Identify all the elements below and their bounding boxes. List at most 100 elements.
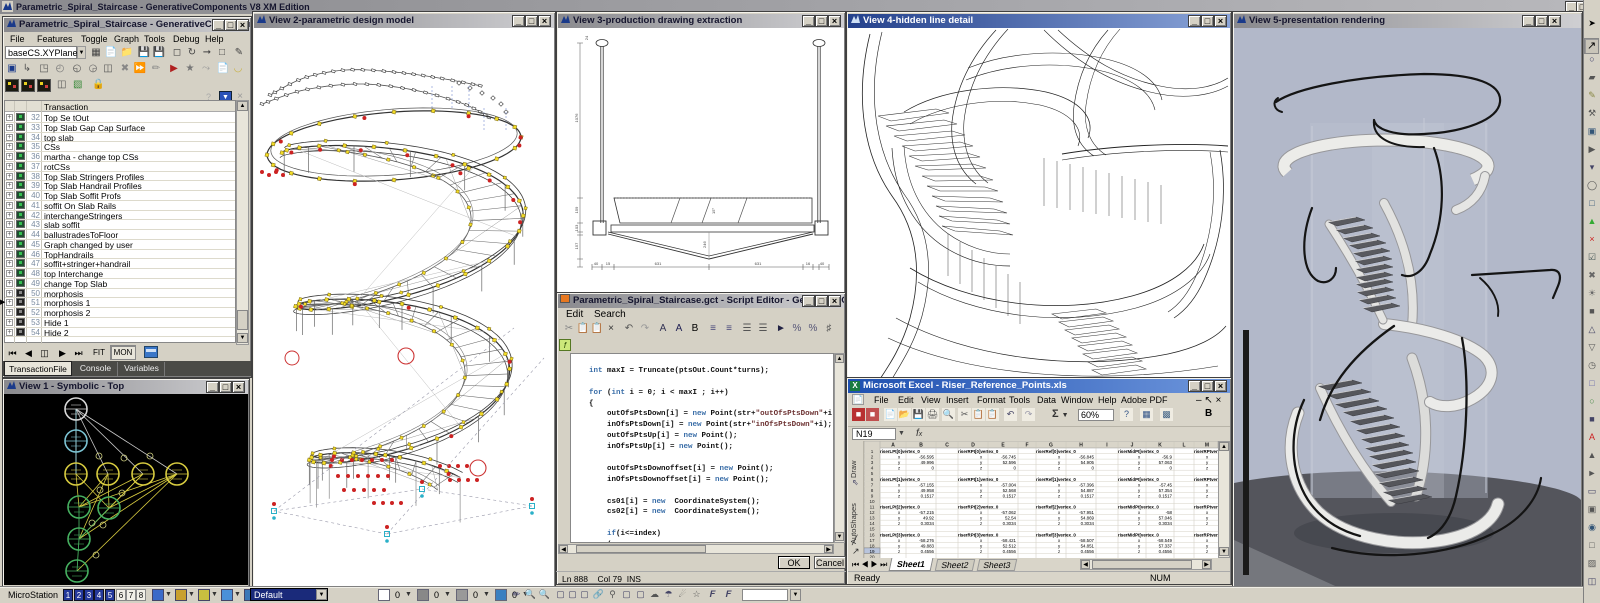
svg-text:7: 7 <box>871 482 874 487</box>
svg-text:riserRef[2]vertex_0: riserRef[2]vertex_0 <box>1036 505 1076 510</box>
svg-text:z: z <box>1138 521 1140 526</box>
svg-text:z: z <box>1206 493 1208 498</box>
svg-text:0.1517: 0.1517 <box>1159 493 1173 498</box>
svg-text:54.905: 54.905 <box>1081 460 1095 465</box>
svg-text:54.851: 54.851 <box>1081 543 1095 548</box>
svg-text:57.354: 57.354 <box>1159 488 1173 493</box>
svg-text:riserLPt[2]vertex_0: riserLPt[2]vertex_0 <box>880 505 920 510</box>
svg-text:B: B <box>919 443 923 449</box>
svg-text:2: 2 <box>871 455 874 460</box>
svg-text:riserLPt[3]vertex_0: riserLPt[3]vertex_0 <box>880 532 920 537</box>
svg-text:24: 24 <box>584 35 589 40</box>
svg-text:riserLPt[1]vertex_0: riserLPt[1]vertex_0 <box>880 477 920 482</box>
svg-text:16: 16 <box>869 532 875 537</box>
svg-text:z: z <box>1206 549 1208 554</box>
svg-text:z: z <box>980 466 982 471</box>
svg-text:52.568: 52.568 <box>1003 488 1017 493</box>
svg-text:J: J <box>1131 443 1134 449</box>
svg-text:11: 11 <box>870 505 875 510</box>
svg-text:52.512: 52.512 <box>1003 543 1017 548</box>
svg-text:-56.9: -56.9 <box>1162 455 1173 460</box>
svg-text:-58.549: -58.549 <box>1157 538 1172 543</box>
svg-text:54.887: 54.887 <box>1081 488 1095 493</box>
svg-text:18: 18 <box>869 543 875 548</box>
svg-text:49.996: 49.996 <box>921 460 935 465</box>
svg-text:15°: 15° <box>711 208 716 214</box>
svg-text:z: z <box>898 549 900 554</box>
svg-text:3: 3 <box>871 460 874 465</box>
svg-text:1076: 1076 <box>574 113 579 123</box>
svg-text:17: 17 <box>869 538 875 543</box>
svg-text:-58.276: -58.276 <box>919 538 934 543</box>
svg-text:H: H <box>1079 443 1083 449</box>
svg-text:631: 631 <box>755 261 762 266</box>
svg-text:1: 1 <box>871 449 874 454</box>
svg-text:0.1517: 0.1517 <box>921 493 935 498</box>
svg-text:13: 13 <box>869 516 875 521</box>
svg-text:-57.062: -57.062 <box>1001 510 1016 515</box>
svg-text:0.3034: 0.3034 <box>1003 521 1017 526</box>
svg-text:0.3034: 0.3034 <box>1081 521 1095 526</box>
svg-text:-57.215: -57.215 <box>919 510 934 515</box>
svg-text:8: 8 <box>871 488 874 493</box>
svg-text:riserMidPt[vertex_0: riserMidPt[vertex_0 <box>1118 449 1159 454</box>
svg-text:z: z <box>898 521 900 526</box>
svg-text:A: A <box>891 443 895 449</box>
svg-text:0.1517: 0.1517 <box>1081 493 1095 498</box>
svg-text:z: z <box>1138 549 1140 554</box>
svg-text:z: z <box>980 521 982 526</box>
svg-text:40: 40 <box>820 261 825 266</box>
svg-text:z: z <box>1058 493 1060 498</box>
svg-text:z: z <box>1058 466 1060 471</box>
svg-text:6: 6 <box>871 477 874 482</box>
svg-text:D: D <box>971 443 975 449</box>
svg-text:riserRef[1]vertex_0: riserRef[1]vertex_0 <box>1036 477 1076 482</box>
svg-text:49.958: 49.958 <box>921 488 935 493</box>
svg-text:9: 9 <box>871 493 874 498</box>
svg-text:4: 4 <box>871 466 874 471</box>
svg-text:57.063: 57.063 <box>1159 460 1173 465</box>
svg-text:F: F <box>1025 443 1028 449</box>
svg-text:z: z <box>1058 549 1060 554</box>
svg-text:z: z <box>980 493 982 498</box>
svg-text:riserRPtvertex_0: riserRPtvertex_0 <box>1194 477 1218 482</box>
svg-text:riserRef[0]vertex_0: riserRef[0]vertex_0 <box>1036 449 1076 454</box>
svg-text:riserRPt[3]vertex_0: riserRPt[3]vertex_0 <box>958 532 999 537</box>
svg-text:631: 631 <box>655 261 662 266</box>
svg-text:riserRPt[0]vertex_0: riserRPt[0]vertex_0 <box>958 449 999 454</box>
svg-text:57.337: 57.337 <box>1159 543 1173 548</box>
svg-text:z: z <box>1138 466 1140 471</box>
svg-text:riserRPt[2]vertex_0: riserRPt[2]vertex_0 <box>958 505 999 510</box>
svg-text:riserRPtvertex_0: riserRPtvertex_0 <box>1194 532 1218 537</box>
svg-text:103: 103 <box>574 224 579 231</box>
svg-text:C: C <box>945 443 949 449</box>
svg-text:riserLPt[0]vertex_0: riserLPt[0]vertex_0 <box>880 449 920 454</box>
svg-text:40: 40 <box>594 261 599 266</box>
svg-text:-56.845: -56.845 <box>1079 455 1094 460</box>
svg-text:L: L <box>1182 443 1185 449</box>
svg-text:riserMidPt[vertex_0: riserMidPt[vertex_0 <box>1118 532 1159 537</box>
svg-text:-58.421: -58.421 <box>1001 538 1016 543</box>
svg-text:-56.595: -56.595 <box>919 455 934 460</box>
svg-text:12: 12 <box>869 510 875 515</box>
svg-text:-58: -58 <box>1166 510 1173 515</box>
svg-text:-56.745: -56.745 <box>1001 455 1016 460</box>
svg-text:159: 159 <box>574 206 579 213</box>
svg-text:5: 5 <box>871 471 874 476</box>
svg-text:-57.951: -57.951 <box>1079 510 1094 515</box>
svg-text:0.4556: 0.4556 <box>1081 549 1095 554</box>
svg-text:riserMidPt[vertex_0: riserMidPt[vertex_0 <box>1118 477 1159 482</box>
svg-text:z: z <box>898 466 900 471</box>
svg-text:57.046: 57.046 <box>1159 516 1173 521</box>
svg-text:riserRPtvertex_0: riserRPtvertex_0 <box>1194 505 1218 510</box>
svg-text:0.4556: 0.4556 <box>921 549 935 554</box>
svg-text:riserRPt[1]vertex_0: riserRPt[1]vertex_0 <box>958 477 999 482</box>
svg-text:-58.507: -58.507 <box>1079 538 1094 543</box>
svg-text:-57.396: -57.396 <box>1079 482 1094 487</box>
svg-text:14: 14 <box>869 521 875 526</box>
svg-text:z: z <box>980 549 982 554</box>
svg-text:49.883: 49.883 <box>921 543 935 548</box>
svg-text:K: K <box>1158 443 1162 449</box>
svg-text:z: z <box>1206 521 1208 526</box>
svg-text:16: 16 <box>806 261 811 266</box>
